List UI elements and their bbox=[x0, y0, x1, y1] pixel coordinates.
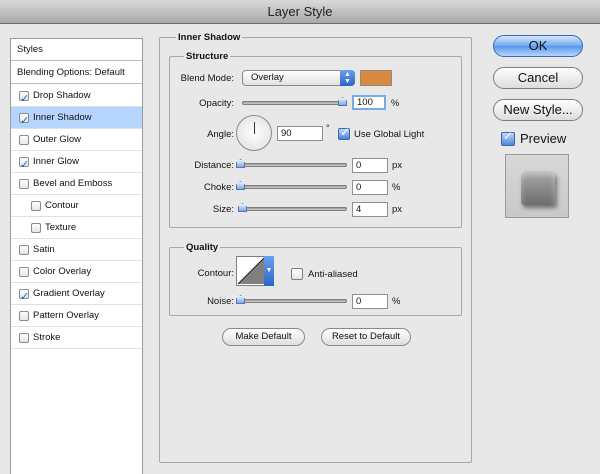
ok-button[interactable]: OK bbox=[493, 35, 583, 57]
style-item-label: Texture bbox=[45, 222, 77, 233]
blending-options-item[interactable]: Blending Options: Default bbox=[11, 62, 142, 84]
style-item-satin[interactable]: Satin bbox=[11, 239, 142, 261]
opacity-field[interactable]: 100 bbox=[352, 95, 386, 110]
layer-style-dialog: Styles Blending Options: Default Drop Sh… bbox=[0, 24, 600, 474]
noise-label: Noise: bbox=[207, 296, 234, 307]
shadow-color-swatch[interactable] bbox=[360, 70, 392, 86]
style-item-outer-glow[interactable]: Outer Glow bbox=[11, 129, 142, 151]
styles-list: Styles Blending Options: Default Drop Sh… bbox=[10, 38, 143, 474]
style-item-checkbox[interactable] bbox=[19, 110, 29, 132]
noise-field[interactable]: 0 bbox=[352, 294, 388, 309]
noise-slider[interactable] bbox=[242, 299, 347, 303]
style-item-pattern-overlay[interactable]: Pattern Overlay bbox=[11, 305, 142, 327]
structure-group: Structure Blend Mode: Overlay ▲ ▼ Opacity… bbox=[169, 51, 462, 228]
opacity-unit: % bbox=[391, 98, 400, 109]
use-global-light-label: Use Global Light bbox=[354, 129, 425, 140]
blend-mode-label: Blend Mode: bbox=[180, 73, 234, 84]
style-item-label: Inner Shadow bbox=[33, 112, 92, 123]
preview-checkbox[interactable] bbox=[501, 129, 515, 146]
choke-field[interactable]: 0 bbox=[352, 180, 388, 195]
noise-unit: % bbox=[392, 296, 401, 307]
angle-label: Angle: bbox=[207, 129, 234, 140]
size-unit: px bbox=[392, 204, 403, 215]
style-item-checkbox[interactable] bbox=[19, 333, 29, 343]
preview-shape bbox=[521, 171, 555, 205]
opacity-slider[interactable] bbox=[242, 101, 347, 105]
style-item-inner-glow[interactable]: Inner Glow bbox=[11, 151, 142, 176]
size-slider[interactable] bbox=[242, 207, 347, 211]
style-item-checkbox[interactable] bbox=[19, 286, 29, 308]
distance-slider[interactable] bbox=[242, 163, 347, 167]
style-item-drop-shadow[interactable]: Drop Shadow bbox=[11, 85, 142, 110]
angle-unit: ° bbox=[326, 123, 330, 134]
blend-mode-select[interactable]: Overlay ▲ ▼ bbox=[242, 70, 355, 86]
distance-label: Distance: bbox=[194, 160, 234, 171]
styles-header[interactable]: Styles bbox=[11, 39, 142, 61]
style-item-color-overlay[interactable]: Color Overlay bbox=[11, 261, 142, 283]
style-item-contour[interactable]: Contour bbox=[11, 195, 142, 217]
preview-label: Preview bbox=[520, 131, 567, 146]
angle-dial[interactable] bbox=[236, 115, 272, 151]
title-bar: Layer Style bbox=[0, 0, 600, 24]
contour-label: Contour: bbox=[197, 268, 234, 279]
distance-field[interactable]: 0 bbox=[352, 158, 388, 173]
style-item-label: Outer Glow bbox=[33, 134, 82, 145]
use-global-light-checkbox[interactable] bbox=[338, 125, 350, 140]
new-style-button[interactable]: New Style... bbox=[493, 99, 583, 121]
style-item-checkbox[interactable] bbox=[19, 135, 29, 145]
anti-aliased-label: Anti-aliased bbox=[308, 269, 358, 280]
choke-slider[interactable] bbox=[242, 185, 347, 189]
style-item-checkbox[interactable] bbox=[19, 179, 29, 189]
quality-title: Quality bbox=[184, 242, 221, 253]
style-item-label: Pattern Overlay bbox=[33, 310, 99, 321]
choke-label: Choke: bbox=[203, 182, 234, 193]
style-item-texture[interactable]: Texture bbox=[11, 217, 142, 239]
panel-title: Inner Shadow bbox=[176, 32, 243, 43]
opacity-label: Opacity: bbox=[199, 98, 234, 109]
structure-title: Structure bbox=[184, 51, 231, 62]
style-item-checkbox[interactable] bbox=[19, 88, 29, 110]
style-item-label: Bevel and Emboss bbox=[33, 178, 113, 189]
inner-shadow-panel: Inner Shadow Structure Blend Mode: Overl… bbox=[159, 32, 472, 463]
style-item-stroke[interactable]: Stroke bbox=[11, 327, 142, 349]
reset-to-default-button[interactable]: Reset to Default bbox=[321, 328, 411, 346]
style-item-label: Contour bbox=[45, 200, 79, 211]
style-item-checkbox[interactable] bbox=[19, 245, 29, 255]
size-field[interactable]: 4 bbox=[352, 202, 388, 217]
distance-slider-thumb[interactable] bbox=[236, 159, 245, 168]
style-item-gradient-overlay[interactable]: Gradient Overlay bbox=[11, 283, 142, 308]
style-item-checkbox[interactable] bbox=[19, 311, 29, 321]
opacity-slider-thumb[interactable] bbox=[338, 97, 347, 106]
style-item-checkbox[interactable] bbox=[31, 201, 41, 211]
noise-slider-thumb[interactable] bbox=[236, 295, 245, 304]
window-title: Layer Style bbox=[267, 4, 333, 19]
style-item-checkbox[interactable] bbox=[19, 154, 29, 176]
style-item-label: Color Overlay bbox=[33, 266, 92, 277]
style-item-checkbox[interactable] bbox=[19, 267, 29, 277]
anti-aliased-checkbox[interactable] bbox=[291, 268, 303, 280]
size-slider-thumb[interactable] bbox=[238, 203, 247, 212]
quality-group: Quality Contour: ▼ Anti-aliased Noise: 0… bbox=[169, 242, 462, 316]
choke-unit: % bbox=[392, 182, 401, 193]
style-item-label: Satin bbox=[33, 244, 55, 255]
style-item-bevel-and-emboss[interactable]: Bevel and Emboss bbox=[11, 173, 142, 195]
style-item-label: Drop Shadow bbox=[33, 90, 91, 101]
linear-contour-icon bbox=[237, 257, 265, 285]
distance-unit: px bbox=[392, 160, 403, 171]
style-item-label: Inner Glow bbox=[33, 156, 79, 167]
updown-arrows-icon: ▲ ▼ bbox=[340, 70, 355, 86]
style-item-label: Gradient Overlay bbox=[33, 288, 105, 299]
size-label: Size: bbox=[212, 204, 234, 215]
make-default-button[interactable]: Make Default bbox=[222, 328, 305, 346]
style-item-inner-shadow[interactable]: Inner Shadow bbox=[11, 107, 142, 132]
choke-slider-thumb[interactable] bbox=[236, 181, 245, 190]
style-preview bbox=[505, 154, 569, 218]
style-item-checkbox[interactable] bbox=[31, 223, 41, 233]
cancel-button[interactable]: Cancel bbox=[493, 67, 583, 89]
contour-dropdown-icon[interactable]: ▼ bbox=[264, 256, 274, 286]
style-item-label: Stroke bbox=[33, 332, 61, 343]
contour-picker[interactable]: ▼ bbox=[236, 256, 274, 286]
angle-field[interactable]: 90 bbox=[277, 126, 323, 141]
